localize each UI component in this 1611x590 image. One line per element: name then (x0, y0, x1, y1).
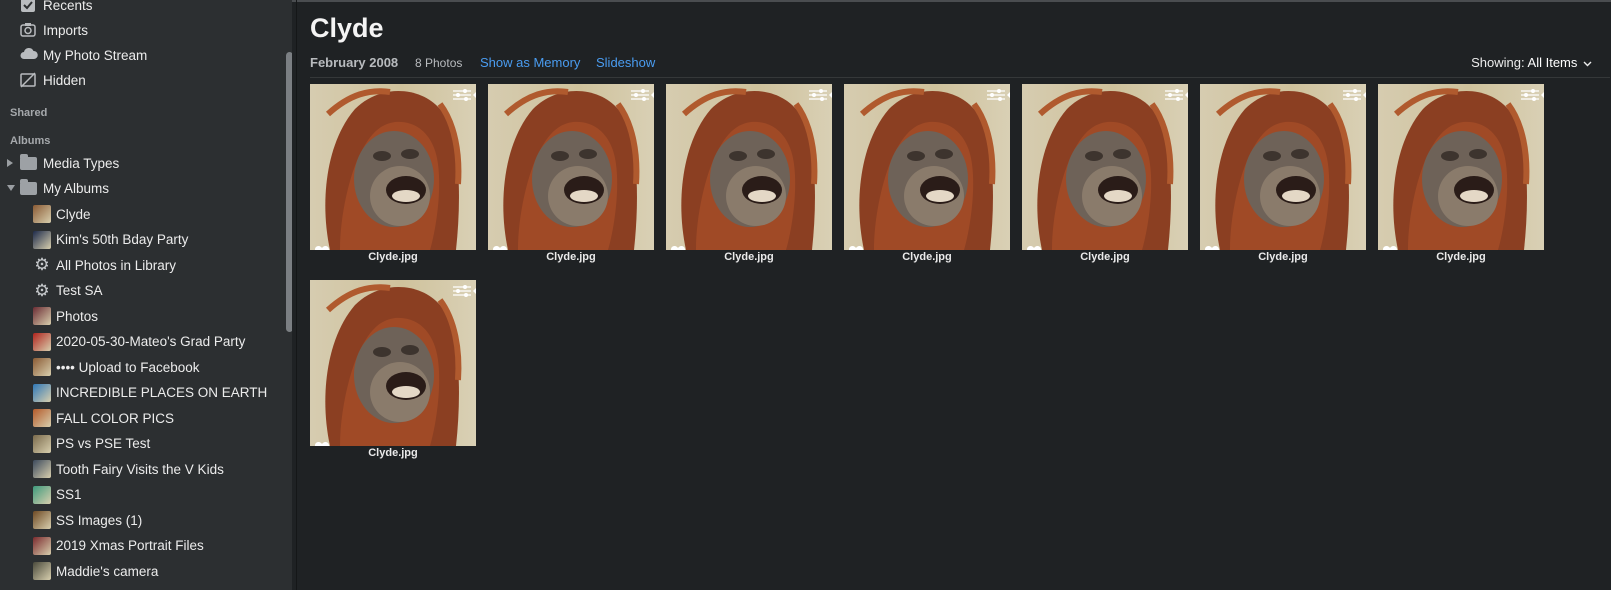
sidebar-album-item[interactable]: Tooth Fairy Visits the V Kids (33, 457, 224, 481)
smart-album-gear-icon: ⚙ (34, 255, 50, 274)
sidebar-item-label: Recents (43, 0, 93, 13)
photo-filename: Clyde.jpg (902, 251, 952, 263)
sidebar-album-item[interactable]: Clyde (33, 202, 91, 226)
sidebar-item-my-photo-stream[interactable]: My Photo Stream (20, 43, 147, 67)
shared-section-header[interactable]: Shared (10, 107, 47, 119)
album-thumb-icon (33, 485, 51, 504)
sidebar-album-item[interactable]: ⚙ All Photos in Library (33, 253, 176, 277)
photo-thumbnail[interactable] (310, 280, 476, 446)
sidebar-item-imports[interactable]: Imports (20, 18, 88, 42)
sidebar-album-item[interactable]: 2020-05-30-Mateo's Grad Party (33, 330, 245, 354)
sidebar-item-label: Test SA (56, 283, 103, 298)
slideshow-link[interactable]: Slideshow (596, 55, 655, 70)
album-thumb-icon (33, 511, 51, 529)
album-thumb-icon (33, 562, 51, 580)
sidebar-item-label: All Photos in Library (56, 257, 177, 273)
hidden-icon (20, 72, 38, 88)
photo-filename: Clyde.jpg (724, 251, 774, 263)
showing-value: All Items (1527, 55, 1578, 70)
album-thumb-icon (33, 409, 51, 427)
sidebar-album-item[interactable]: Kim's 50th Bday Party (33, 228, 188, 252)
smart-album-gear-icon: ⚙ (34, 280, 50, 300)
folder-icon (20, 153, 37, 170)
sidebar-item-label: PS vs PSE Test (56, 436, 151, 451)
showing-label: Showing: (1471, 55, 1525, 70)
sidebar-album-item[interactable]: INCREDIBLE PLACES ON EARTH (33, 381, 267, 405)
sidebar-album-item[interactable]: •••• Upload to Facebook (33, 355, 199, 379)
photo-thumbnail[interactable] (666, 84, 832, 250)
sidebar-folder-media-types[interactable]: Media Types (20, 151, 119, 175)
disclosure-triangle-right-icon[interactable] (7, 159, 13, 167)
album-thumb-icon (33, 460, 51, 478)
sidebar-item-label: Tooth Fairy Visits the V Kids (56, 461, 224, 477)
sidebar-album-item[interactable]: 2019 Xmas Portrait Files (33, 534, 204, 558)
album-date: February 2008 (310, 55, 399, 70)
photo-thumbnail[interactable] (1200, 84, 1366, 250)
sidebar-item-label: Imports (43, 22, 89, 38)
album-thumb-icon (33, 332, 51, 351)
sidebar-item-label: 2019 Xmas Portrait Files (56, 538, 204, 553)
album-thumb-icon (33, 434, 51, 453)
photo-thumbnail[interactable] (1378, 84, 1544, 250)
sidebar-album-item[interactable]: ⚙ Test SA (33, 279, 103, 303)
sidebar-item-label: My Albums (43, 180, 110, 196)
sidebar-item-hidden[interactable]: Hidden (20, 68, 86, 92)
photo-thumbnail[interactable] (488, 84, 654, 250)
sidebar-scrollbar[interactable] (286, 52, 292, 332)
photo-filename: Clyde.jpg (546, 251, 596, 263)
sidebar-item-label: Media Types (43, 155, 120, 171)
photo-thumbnail[interactable] (1022, 84, 1188, 250)
photo-filename: Clyde.jpg (1436, 251, 1486, 263)
sidebar-album-item[interactable]: SS Images (1) (33, 508, 142, 532)
sidebar-item-label: 2020-05-30-Mateo's Grad Party (56, 334, 246, 349)
photo-filename: Clyde.jpg (368, 447, 418, 459)
sidebar-album-item[interactable]: Photos (33, 304, 98, 328)
album-thumb-icon (33, 307, 51, 325)
photo-filename: Clyde.jpg (368, 251, 418, 263)
cloud-icon (20, 47, 38, 63)
sidebar-item-label: INCREDIBLE PLACES ON EARTH (56, 385, 268, 400)
photo-count: 8 Photos (415, 56, 463, 70)
album-thumb-icon (33, 205, 51, 223)
show-as-memory-link[interactable]: Show as Memory (480, 55, 580, 70)
disclosure-triangle-down-icon[interactable] (7, 185, 15, 191)
sidebar-item-label: •••• Upload to Facebook (56, 359, 200, 375)
sidebar: Recents Imports My Photo Stream Hidden S… (0, 0, 292, 590)
sidebar-item-label: Hidden (43, 72, 86, 88)
sidebar-item-label: My Photo Stream (43, 47, 148, 63)
sidebar-item-label: Kim's 50th Bday Party (56, 232, 189, 247)
sidebar-item-label: SS Images (1) (56, 512, 143, 528)
main-content: Clyde February 2008 8 Photos Show as Mem… (297, 0, 1611, 590)
header-separator (310, 77, 1610, 78)
photo-filename: Clyde.jpg (1080, 251, 1130, 263)
album-info-bar: February 2008 8 Photos Show as Memory Sl… (310, 55, 1600, 77)
sidebar-album-item[interactable]: SS1 (33, 483, 82, 507)
album-thumb-icon (33, 536, 51, 555)
sidebar-album-item[interactable]: PS vs PSE Test (33, 432, 150, 456)
photo-thumbnail[interactable] (310, 84, 476, 250)
folder-icon (20, 178, 37, 195)
albums-section-header[interactable]: Albums (10, 135, 50, 147)
sidebar-album-item[interactable]: Maddie's camera (33, 559, 158, 583)
page-title: Clyde (310, 13, 384, 43)
sidebar-item-recents[interactable]: Recents (20, 0, 93, 17)
sidebar-item-label: SS1 (56, 487, 82, 502)
sidebar-item-label: Photos (56, 308, 99, 324)
photo-filename: Clyde.jpg (1258, 251, 1308, 263)
imports-icon (20, 22, 38, 38)
photo-thumbnail[interactable] (844, 84, 1010, 250)
showing-filter-menu[interactable]: Showing: All Items (1471, 55, 1592, 70)
sidebar-item-label: Maddie's camera (56, 563, 159, 579)
sidebar-album-item[interactable]: FALL COLOR PICS (33, 406, 174, 430)
chevron-down-icon (1583, 61, 1592, 67)
album-thumb-icon (33, 230, 51, 249)
sidebar-item-label: FALL COLOR PICS (56, 410, 175, 426)
album-thumb-icon (33, 358, 51, 376)
sidebar-folder-my-albums[interactable]: My Albums (20, 176, 109, 200)
recents-icon (20, 0, 38, 13)
sidebar-item-label: Clyde (56, 206, 91, 222)
album-thumb-icon (33, 383, 51, 402)
